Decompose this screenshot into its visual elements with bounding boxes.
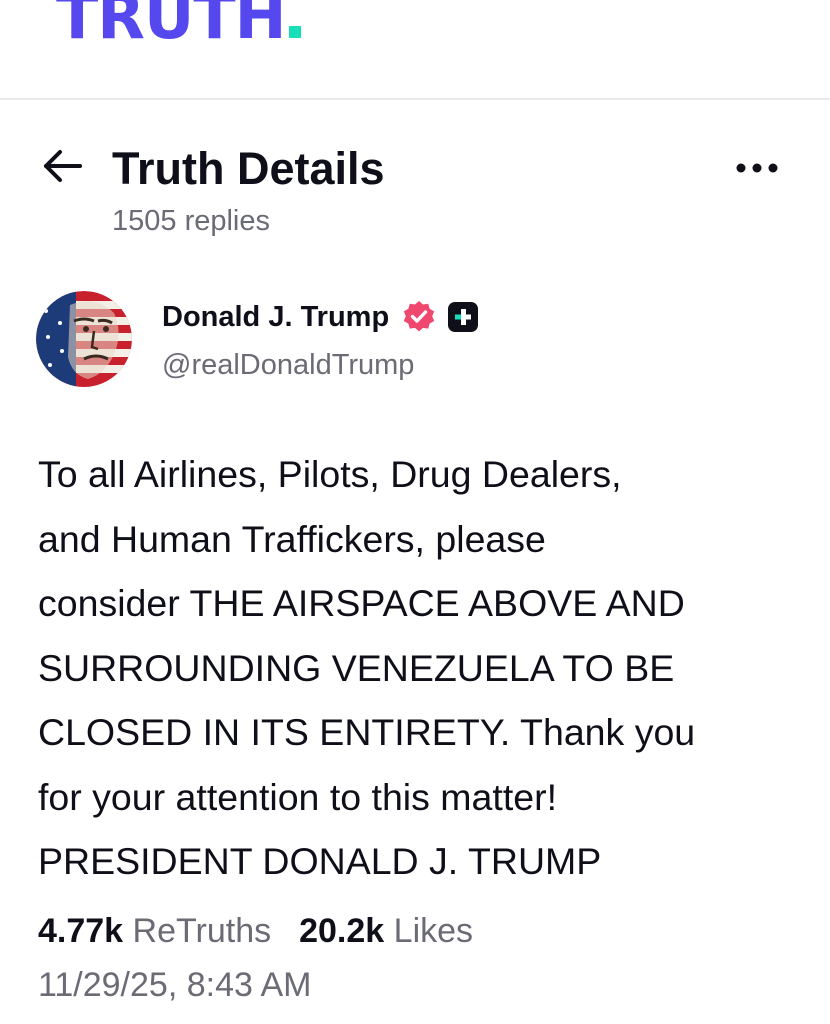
more-options-button[interactable] — [734, 156, 780, 180]
author-name[interactable]: Donald J. Trump — [162, 301, 389, 334]
logo-dot — [288, 26, 301, 38]
more-horizontal-icon — [736, 163, 778, 173]
retruths-count: 4.77k — [38, 912, 124, 950]
likes-stat[interactable]: 20.2k Likes — [299, 912, 473, 950]
avatar[interactable] — [36, 291, 132, 387]
truth-logo[interactable]: TRUTH — [56, 0, 301, 48]
top-bar: TRUTH — [0, 0, 830, 100]
retruths-label: ReTruths — [132, 912, 272, 950]
likes-count: 20.2k — [299, 912, 385, 950]
plus-badge-icon — [448, 302, 479, 332]
author-handle[interactable]: @realDonaldTrump — [162, 349, 414, 382]
avatar-image — [36, 291, 132, 387]
post-timestamp: 11/29/25, 8:43 AM — [38, 966, 312, 1004]
post-stats: 4.77k ReTruths 20.2k Likes — [38, 912, 473, 951]
author-name-row: Donald J. Trump — [162, 297, 479, 337]
verified-badge-icon — [403, 301, 435, 332]
page-title: Truth Details — [112, 143, 385, 194]
arrow-left-icon — [44, 150, 82, 182]
reply-count: 1505 replies — [112, 205, 270, 237]
retruths-stat[interactable]: 4.77k ReTruths — [38, 912, 271, 950]
logo-text: TRUTH — [56, 0, 287, 53]
back-button[interactable] — [38, 142, 86, 190]
likes-label: Likes — [393, 912, 474, 950]
post-author: Donald J. Trump @realDonaldTrump — [0, 285, 830, 395]
post-text: To all Airlines, Pilots, Drug Dealers, a… — [38, 453, 696, 882]
page-header: Truth Details 1505 replies — [0, 120, 830, 250]
